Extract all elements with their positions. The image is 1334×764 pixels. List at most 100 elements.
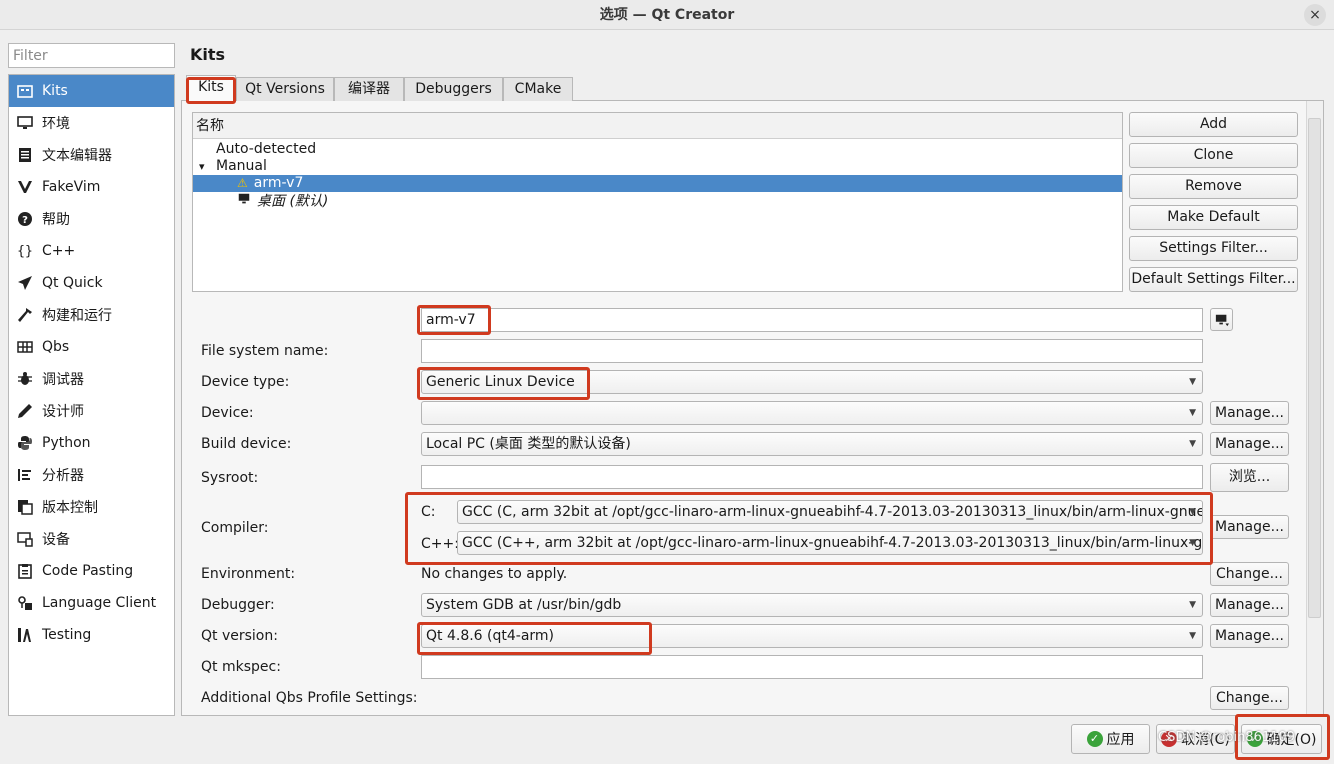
- clipboard-icon: [16, 562, 34, 580]
- filesystem-name-input[interactable]: [421, 339, 1203, 363]
- sidebar-item-fakevim[interactable]: FakeVim: [9, 171, 174, 203]
- sidebar-item-text-editor[interactable]: 文本编辑器: [9, 139, 174, 171]
- debugger-select[interactable]: System GDB at /usr/bin/gdb ▼: [421, 593, 1203, 617]
- clone-button[interactable]: Clone: [1129, 143, 1298, 168]
- tab-qt-versions[interactable]: Qt Versions: [236, 77, 334, 101]
- desktop-icon: [237, 192, 253, 211]
- kit-icon-button[interactable]: [1210, 308, 1233, 331]
- sidebar-item-code-pasting[interactable]: Code Pasting: [9, 555, 174, 587]
- tree-row-desktop[interactable]: 桌面 (默认): [193, 192, 1122, 211]
- sidebar-item-qt-quick[interactable]: Qt Quick: [9, 267, 174, 299]
- highlight-box-kits-tab: [186, 77, 236, 104]
- compiler-manage-button[interactable]: Manage...: [1210, 515, 1289, 539]
- sidebar-item-label: 分析器: [42, 468, 84, 484]
- environment-change-button[interactable]: Change...: [1210, 562, 1289, 586]
- paper-plane-icon: [16, 274, 34, 292]
- device-label: Device:: [201, 405, 254, 421]
- desktop-icon: [1215, 314, 1229, 327]
- qt-version-label: Qt version:: [201, 628, 278, 644]
- compiler-label: Compiler:: [201, 520, 269, 536]
- sysroot-browse-button[interactable]: 浏览...: [1210, 463, 1289, 492]
- sidebar-item-qbs[interactable]: Qbs: [9, 331, 174, 363]
- sidebar-item-kits[interactable]: Kits: [9, 75, 174, 107]
- highlight-box-qt-version: [417, 622, 652, 655]
- apply-button[interactable]: ✓ 应用: [1071, 724, 1150, 754]
- sidebar-item-designer[interactable]: 设计师: [9, 395, 174, 427]
- make-default-button[interactable]: Make Default: [1129, 205, 1298, 230]
- highlight-box-compiler: [405, 492, 1213, 565]
- sidebar-item-label: 构建和运行: [42, 308, 112, 324]
- device-select[interactable]: ▼: [421, 401, 1203, 425]
- language-client-icon: [16, 594, 34, 612]
- environment-label: Environment:: [201, 566, 296, 582]
- kit-name-input[interactable]: arm-v7: [421, 308, 1203, 332]
- sidebar-item-label: Testing: [42, 627, 92, 643]
- pen-icon: [16, 402, 34, 420]
- build-device-value: Local PC (桌面 类型的默认设备): [426, 436, 631, 452]
- expander-icon[interactable]: ▾: [199, 158, 216, 175]
- sidebar-item-label: C++: [42, 243, 76, 259]
- svg-text:?: ?: [22, 215, 28, 226]
- sidebar-item-label: 环境: [42, 116, 70, 132]
- tab-compilers[interactable]: 编译器: [334, 77, 404, 101]
- tree-row-label: 桌面 (默认): [257, 193, 329, 210]
- chevron-down-icon: ▼: [1189, 408, 1196, 418]
- build-device-select[interactable]: Local PC (桌面 类型的默认设备) ▼: [421, 432, 1203, 456]
- testing-icon: [16, 626, 34, 644]
- device-icon: [16, 530, 34, 548]
- sidebar-item-python[interactable]: Python: [9, 427, 174, 459]
- filter-input[interactable]: [8, 43, 175, 68]
- sysroot-label: Sysroot:: [201, 470, 259, 486]
- help-icon: ?: [16, 210, 34, 228]
- chevron-down-icon: ▼: [1189, 600, 1196, 610]
- build-device-manage-button[interactable]: Manage...: [1210, 432, 1289, 456]
- tab-cmake[interactable]: CMake: [503, 77, 573, 101]
- kits-tree[interactable]: 名称 Auto-detected ▾ Manual ⚠ arm-v7 桌面 (默认): [192, 112, 1123, 292]
- sidebar-item-label: Python: [42, 435, 91, 451]
- tree-row-manual[interactable]: ▾ Manual: [193, 158, 1122, 175]
- default-settings-filter-button[interactable]: Default Settings Filter...: [1129, 267, 1298, 292]
- debugger-label: Debugger:: [201, 597, 275, 613]
- sysroot-input[interactable]: [421, 465, 1203, 489]
- bug-icon: [16, 370, 34, 388]
- page-title: Kits: [190, 45, 226, 64]
- tree-row-auto-detected[interactable]: Auto-detected: [193, 141, 1122, 158]
- sidebar-item-devices[interactable]: 设备: [9, 523, 174, 555]
- remove-button[interactable]: Remove: [1129, 174, 1298, 199]
- sidebar-item-label: 设计师: [42, 404, 84, 420]
- sidebar-item-label: FakeVim: [42, 179, 101, 195]
- scrollbar-thumb[interactable]: [1308, 118, 1321, 618]
- sidebar-item-debugger[interactable]: 调试器: [9, 363, 174, 395]
- sidebar-item-environment[interactable]: 环境: [9, 107, 174, 139]
- qbs-profile-label: Additional Qbs Profile Settings:: [201, 690, 418, 706]
- sidebar-item-label: Qbs: [42, 339, 70, 355]
- qt-mkspec-input[interactable]: [421, 655, 1203, 679]
- sidebar-item-help[interactable]: ? 帮助: [9, 203, 174, 235]
- sidebar-item-version-control[interactable]: 版本控制: [9, 491, 174, 523]
- version-control-icon: [16, 498, 34, 516]
- sidebar-item-label: Code Pasting: [42, 563, 134, 579]
- apply-label: 应用: [1106, 732, 1135, 748]
- sidebar-item-testing[interactable]: Testing: [9, 619, 174, 651]
- close-button[interactable]: ×: [1304, 4, 1326, 26]
- tree-row-arm-v7[interactable]: ⚠ arm-v7: [193, 175, 1122, 192]
- sidebar-item-build-run[interactable]: 构建和运行: [9, 299, 174, 331]
- sidebar-item-cpp[interactable]: {} C++: [9, 235, 174, 267]
- add-button[interactable]: Add: [1129, 112, 1298, 137]
- kits-icon: [16, 82, 34, 100]
- window-title: 选项 — Qt Creator: [599, 7, 735, 23]
- device-manage-button[interactable]: Manage...: [1210, 401, 1289, 425]
- watermark: CSDN @robin861109: [1158, 730, 1295, 745]
- environment-value: No changes to apply.: [421, 566, 568, 582]
- sidebar-item-label: Qt Quick: [42, 275, 103, 291]
- sidebar-item-label: 文本编辑器: [42, 148, 112, 164]
- settings-filter-button[interactable]: Settings Filter...: [1129, 236, 1298, 261]
- qt-version-manage-button[interactable]: Manage...: [1210, 624, 1289, 648]
- debugger-manage-button[interactable]: Manage...: [1210, 593, 1289, 617]
- braces-icon: {}: [17, 243, 33, 259]
- sidebar-item-analyzer[interactable]: 分析器: [9, 459, 174, 491]
- tab-debuggers[interactable]: Debuggers: [404, 77, 503, 101]
- sidebar-item-language-client[interactable]: Language Client: [9, 587, 174, 619]
- tree-header[interactable]: 名称: [193, 113, 1122, 139]
- qbs-change-button[interactable]: Change...: [1210, 686, 1289, 710]
